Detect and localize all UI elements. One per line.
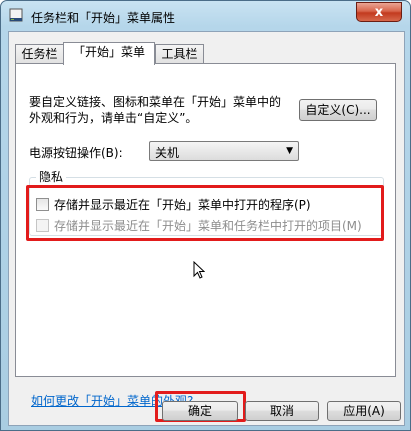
- close-icon: x: [374, 4, 384, 20]
- apply-button[interactable]: 应用(A): [327, 401, 401, 421]
- power-button-label: 电源按钮操作(B):: [29, 146, 123, 160]
- tab-toolbars[interactable]: 工具栏: [155, 44, 204, 64]
- mouse-pointer-icon: [193, 261, 205, 279]
- title-bar[interactable]: 任务栏和「开始」菜单属性 x: [1, 1, 410, 31]
- start-menu-panel: 要自定义链接、图标和菜单在「开始」菜单中的 外观和行为，请单击“自定义”。 自定…: [15, 63, 396, 408]
- ok-button[interactable]: 确定: [162, 401, 238, 421]
- close-button[interactable]: x: [356, 2, 402, 22]
- power-button-select[interactable]: 关机 ▼: [149, 141, 299, 161]
- tab-start-menu[interactable]: 「开始」菜单: [63, 42, 155, 65]
- privacy-highlight-box: [26, 185, 384, 241]
- customize-description: 要自定义链接、图标和菜单在「开始」菜单中的 外观和行为，请单击“自定义”。: [29, 94, 289, 126]
- privacy-group-title: 隐私: [36, 168, 67, 185]
- description-line-1: 要自定义链接、图标和菜单在「开始」菜单中的: [29, 95, 282, 109]
- customize-button[interactable]: 自定义(C)...: [299, 99, 377, 121]
- dialog-client-area: 任务栏 「开始」菜单 工具栏 要自定义链接、图标和菜单在「开始」菜单中的 外观和…: [8, 31, 405, 426]
- description-line-2: 外观和行为，请单击“自定义”。: [29, 111, 198, 125]
- taskbar-window-icon: [9, 8, 23, 22]
- cancel-button[interactable]: 取消: [245, 401, 319, 421]
- properties-window: 任务栏和「开始」菜单属性 x 任务栏 「开始」菜单 工具栏 要自定义链接、图标和…: [0, 0, 411, 431]
- dropdown-arrow-icon: ▼: [286, 146, 293, 156]
- tab-taskbar[interactable]: 任务栏: [15, 44, 64, 64]
- power-button-value: 关机: [155, 146, 180, 160]
- window-title: 任务栏和「开始」菜单属性: [31, 11, 176, 25]
